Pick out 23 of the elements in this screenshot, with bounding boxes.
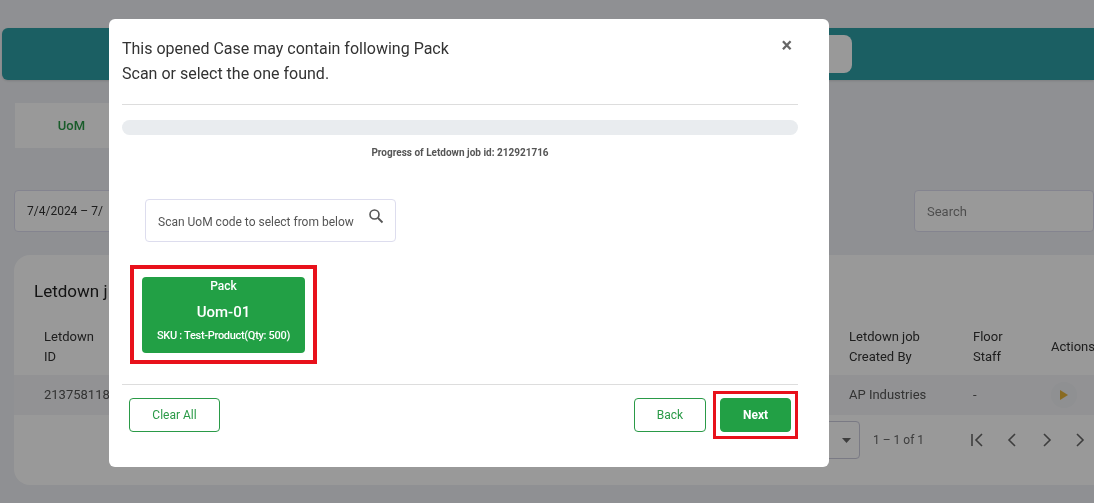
clear-all-button[interactable]: Clear All xyxy=(129,398,220,432)
table-cell-text: - xyxy=(973,386,978,405)
caret-icon xyxy=(842,437,851,443)
dialog-title: Scan or select the one found. xyxy=(122,63,331,85)
column-header: Actions xyxy=(1051,338,1094,356)
search-field[interactable]: Search xyxy=(914,190,1094,232)
scan-field[interactable]: Scan UoM code to select from below xyxy=(145,199,396,242)
column-header: Letdown ID xyxy=(44,328,95,366)
next-button[interactable]: Next xyxy=(720,398,791,432)
back-button[interactable]: Back xyxy=(634,398,706,432)
close-button[interactable]: × xyxy=(781,35,792,55)
card-title: Letdown j xyxy=(34,281,108,301)
column-header: Floor Staff xyxy=(973,328,1004,366)
dialog-title: This opened Case may contain following Pack xyxy=(122,38,449,60)
table-cell-text: AP Industries xyxy=(849,386,928,405)
table-cell-text: 213758118 xyxy=(44,386,111,405)
progress-label: Progress of Letdown job id: 212921716 xyxy=(370,146,550,160)
column-header: Letdown job Created By xyxy=(849,328,921,366)
search-icon xyxy=(368,208,384,224)
uom-card[interactable]: Pack Uom-01 SKU : Test-Product(Qty: 500) xyxy=(142,277,305,353)
play-icon xyxy=(1060,390,1068,400)
page-range: 1 – 1 of 1 xyxy=(873,432,925,449)
date-range-value: 7/4/2024 – 7/ xyxy=(27,203,103,220)
